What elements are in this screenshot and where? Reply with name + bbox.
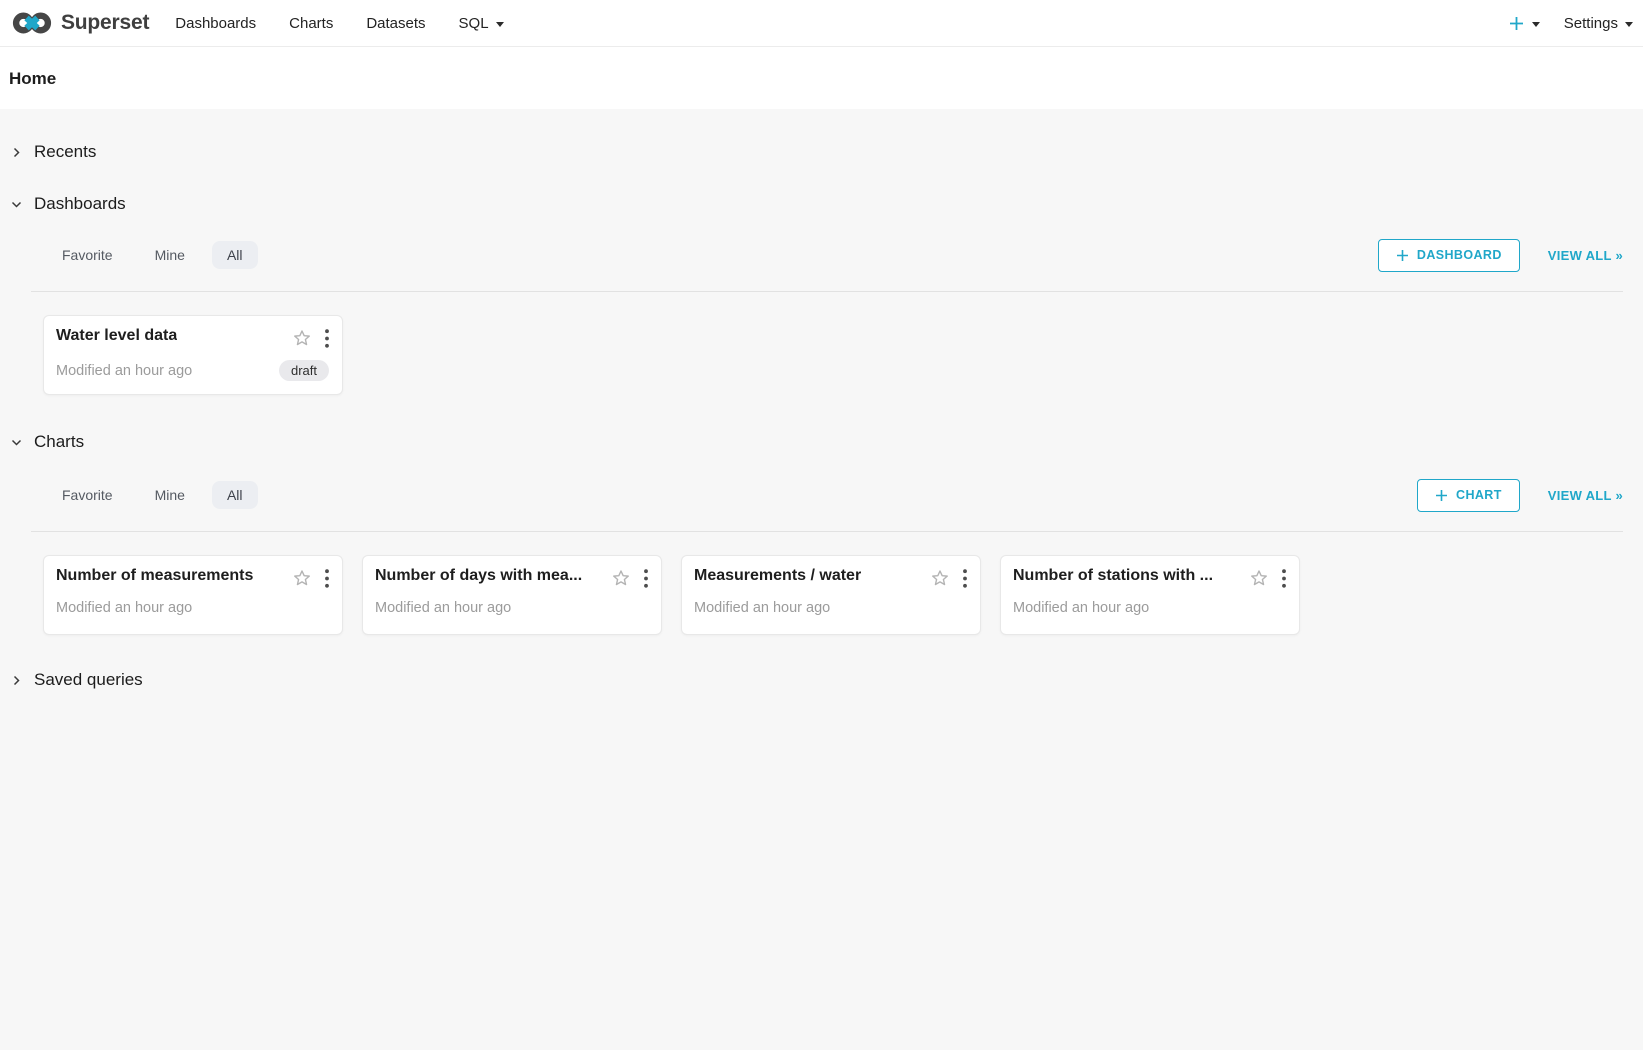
new-dashboard-button[interactable]: DASHBOARD	[1378, 239, 1520, 272]
section-title-recents: Recents	[34, 142, 96, 162]
nav-dashboards[interactable]: Dashboards	[175, 15, 256, 32]
settings-label: Settings	[1564, 15, 1618, 32]
page-header: Home	[0, 47, 1643, 109]
brand-logo[interactable]: Superset	[12, 10, 149, 36]
new-chart-button[interactable]: CHART	[1417, 479, 1520, 512]
divider	[31, 291, 1623, 292]
card-title: Number of measurements	[56, 567, 253, 585]
card-modified-text: Modified an hour ago	[56, 363, 192, 379]
draft-status-badge: draft	[279, 360, 329, 381]
section-toggle-saved-queries[interactable]: Saved queries	[10, 670, 143, 690]
nav-datasets[interactable]: Datasets	[366, 15, 425, 32]
charts-controls-row: Favorite Mine All CHART VIEW ALL »	[62, 478, 1623, 512]
dashboards-controls-row: Favorite Mine All DASHBOARD VIEW ALL »	[62, 238, 1623, 272]
tab-favorite[interactable]: Favorite	[62, 247, 113, 263]
main-nav: Dashboards Charts Datasets SQL	[175, 15, 503, 32]
card-modified-text: Modified an hour ago	[56, 600, 192, 616]
divider	[31, 531, 1623, 532]
nav-sql-label: SQL	[459, 15, 489, 32]
chart-card-number-of-days[interactable]: Number of days with mea... Modified an h…	[362, 555, 662, 635]
card-modified-text: Modified an hour ago	[375, 600, 511, 616]
dashboard-card-water-level-data[interactable]: Water level data Modified an hour ago dr…	[43, 315, 343, 395]
kebab-menu-icon[interactable]	[325, 329, 329, 348]
kebab-menu-icon[interactable]	[1282, 569, 1286, 588]
tab-all[interactable]: All	[212, 241, 258, 269]
settings-menu-button[interactable]: Settings	[1564, 15, 1633, 32]
chevron-right-icon	[10, 674, 23, 687]
tab-mine[interactable]: Mine	[155, 247, 185, 263]
kebab-menu-icon[interactable]	[644, 569, 648, 588]
plus-icon	[1396, 249, 1409, 262]
nav-sql[interactable]: SQL	[459, 15, 504, 32]
dashboards-actions: DASHBOARD VIEW ALL »	[1378, 239, 1623, 272]
favorite-star-icon[interactable]	[1249, 568, 1269, 588]
new-item-menu-button[interactable]	[1508, 15, 1540, 32]
kebab-menu-icon[interactable]	[325, 569, 329, 588]
dashboards-filter-tabs: Favorite Mine All	[62, 247, 243, 263]
favorite-star-icon[interactable]	[292, 328, 312, 348]
brand-name: Superset	[61, 11, 149, 35]
charts-filter-tabs: Favorite Mine All	[62, 487, 243, 503]
navbar: Superset Dashboards Charts Datasets SQL …	[0, 0, 1643, 47]
section-toggle-dashboards[interactable]: Dashboards	[10, 194, 126, 214]
section-toggle-charts[interactable]: Charts	[10, 432, 84, 452]
chevron-down-icon	[10, 436, 23, 449]
section-title-dashboards: Dashboards	[34, 194, 126, 214]
tab-mine[interactable]: Mine	[155, 487, 185, 503]
charts-view-all-link[interactable]: VIEW ALL »	[1548, 488, 1623, 503]
section-dashboards: Dashboards Favorite Mine All DASHBOARD V…	[10, 194, 1623, 395]
superset-infinity-icon	[12, 10, 52, 36]
kebab-menu-icon[interactable]	[963, 569, 967, 588]
section-title-saved-queries: Saved queries	[34, 670, 143, 690]
plus-icon	[1508, 15, 1525, 32]
charts-actions: CHART VIEW ALL »	[1417, 479, 1623, 512]
chart-card-number-of-measurements[interactable]: Number of measurements Modified an hour …	[43, 555, 343, 635]
tab-favorite[interactable]: Favorite	[62, 487, 113, 503]
new-dashboard-label: DASHBOARD	[1417, 248, 1502, 262]
section-title-charts: Charts	[34, 432, 84, 452]
card-title: Water level data	[56, 327, 177, 345]
new-chart-label: CHART	[1456, 488, 1502, 502]
favorite-star-icon[interactable]	[292, 568, 312, 588]
dashboards-view-all-link[interactable]: VIEW ALL »	[1548, 248, 1623, 263]
card-title: Number of days with mea...	[375, 567, 582, 585]
chevron-right-icon	[10, 146, 23, 159]
favorite-star-icon[interactable]	[930, 568, 950, 588]
home-content: Recents Dashboards Favorite Mine All DAS…	[0, 109, 1643, 690]
plus-icon	[1435, 489, 1448, 502]
chart-card-measurements-water[interactable]: Measurements / water Modified an hour ag…	[681, 555, 981, 635]
nav-charts[interactable]: Charts	[289, 15, 333, 32]
card-title: Measurements / water	[694, 567, 861, 585]
caret-down-icon	[1625, 22, 1633, 27]
card-modified-text: Modified an hour ago	[694, 600, 830, 616]
section-charts: Charts Favorite Mine All CHART VIEW ALL …	[10, 432, 1623, 635]
caret-down-icon	[496, 22, 504, 27]
chart-card-number-of-stations[interactable]: Number of stations with ... Modified an …	[1000, 555, 1300, 635]
page-title: Home	[9, 69, 1627, 89]
dashboards-cards-row: Water level data Modified an hour ago dr…	[43, 315, 1623, 395]
navbar-right: Settings	[1508, 15, 1635, 32]
caret-down-icon	[1532, 22, 1540, 27]
section-toggle-recents[interactable]: Recents	[10, 142, 96, 162]
charts-cards-row: Number of measurements Modified an hour …	[43, 555, 1623, 635]
card-title: Number of stations with ...	[1013, 567, 1213, 585]
favorite-star-icon[interactable]	[611, 568, 631, 588]
tab-all[interactable]: All	[212, 481, 258, 509]
chevron-down-icon	[10, 198, 23, 211]
card-modified-text: Modified an hour ago	[1013, 600, 1149, 616]
